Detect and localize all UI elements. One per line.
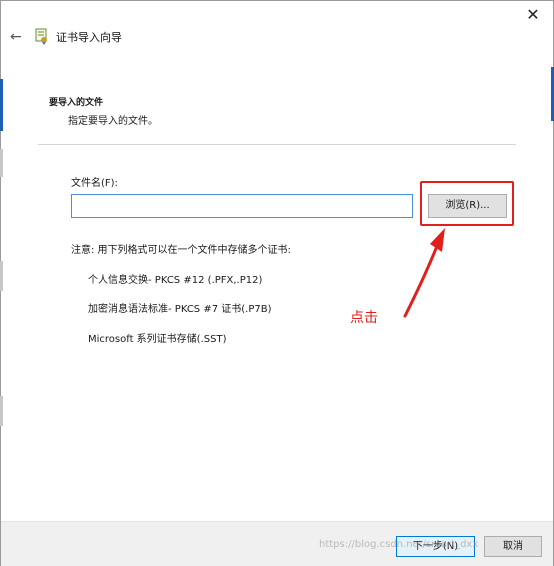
section-title: 要导入的文件 bbox=[49, 98, 104, 108]
file-name-label: 文件名(F): bbox=[71, 178, 118, 189]
format-note: 注意: 用下列格式可以在一个文件中存储多个证书: bbox=[71, 245, 291, 256]
file-name-input[interactable] bbox=[71, 194, 413, 218]
certificate-icon bbox=[35, 28, 47, 45]
annotation-arrow bbox=[403, 228, 445, 318]
format-item: 加密消息语法标准- PKCS #7 证书(.P7B) bbox=[88, 304, 272, 315]
wizard-window: ✕ ← 证书导入向导 要导入的文件 指定要导入的文件。 文件名(F): 浏览(R… bbox=[0, 0, 554, 566]
wizard-title: 证书导入向导 bbox=[56, 31, 122, 44]
format-item: 个人信息交换- PKCS #12 (.PFX,.P12) bbox=[88, 275, 263, 286]
left-edge-accent bbox=[0, 79, 3, 131]
back-arrow-icon[interactable]: ← bbox=[10, 29, 22, 45]
divider bbox=[38, 144, 516, 145]
annotation-text: 点击 bbox=[350, 310, 378, 326]
watermark: https://blog.csdn.net/smart_dxx bbox=[319, 539, 479, 550]
cancel-button[interactable]: 取消 bbox=[484, 536, 542, 557]
section-description: 指定要导入的文件。 bbox=[68, 116, 158, 127]
highlight-box bbox=[420, 181, 514, 226]
wizard-header: ← 证书导入向导 bbox=[1, 25, 553, 51]
format-item: Microsoft 系列证书存储(.SST) bbox=[88, 334, 227, 345]
close-button[interactable]: ✕ bbox=[519, 4, 547, 26]
